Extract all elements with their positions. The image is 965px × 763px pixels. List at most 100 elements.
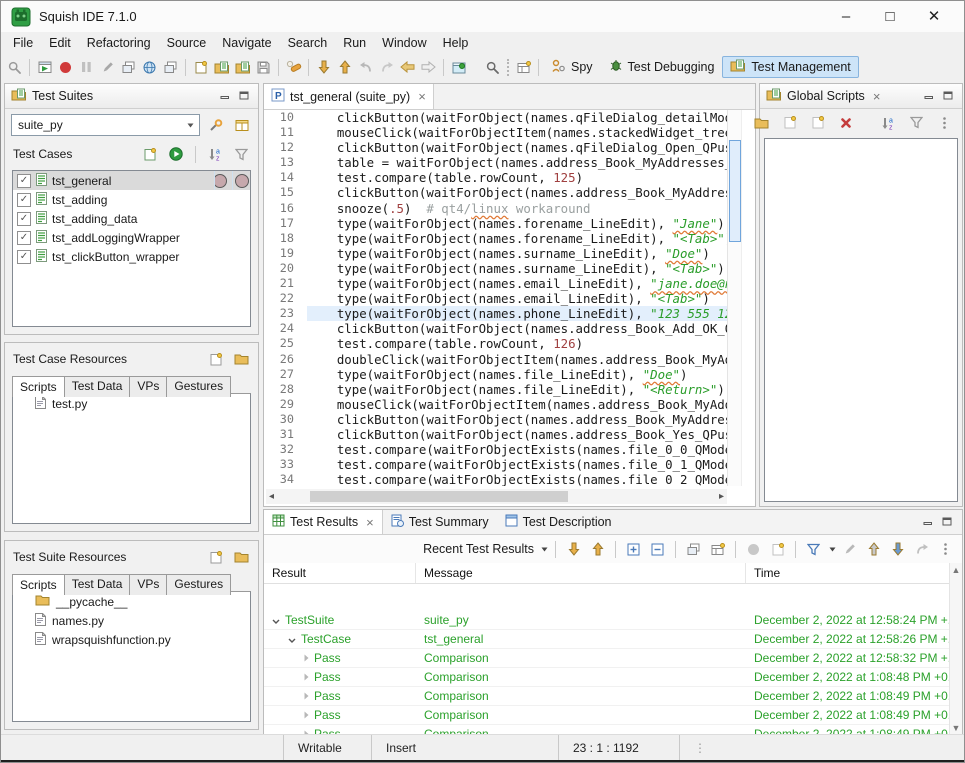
code-line[interactable]: 22 type(waitForObject(names.email_LineEd…: [264, 291, 728, 306]
suite-settings-icon[interactable]: [206, 114, 225, 136]
close-window-button[interactable]: ✕: [912, 1, 956, 32]
scroll-right-arrow[interactable]: ▸: [719, 491, 724, 502]
scrollbar-thumb[interactable]: [310, 491, 568, 502]
code-line[interactable]: 10 clickButton(waitForObject(names.qFile…: [264, 110, 728, 125]
code-line[interactable]: 31 clickButton(waitForObject(names.addre…: [264, 427, 728, 442]
result-row[interactable]: PassComparisonDecember 2, 2022 at 1:08:4…: [264, 706, 949, 725]
chevron-collapsed-icon[interactable]: [304, 689, 309, 703]
maximize-window-button[interactable]: □: [868, 1, 912, 32]
tcr-tab-scripts[interactable]: Scripts: [12, 376, 65, 397]
close-tab-icon[interactable]: ×: [418, 89, 426, 104]
recent-test-results-dropdown[interactable]: Recent Test Results: [423, 542, 534, 556]
filter-icon[interactable]: [804, 538, 823, 560]
export-results-icon[interactable]: [888, 538, 907, 560]
menu-file[interactable]: File: [5, 34, 41, 52]
minimize-view-icon[interactable]: [924, 89, 934, 103]
code-line[interactable]: 13 table = waitForObject(names.address_B…: [264, 155, 728, 170]
chevron-collapsed-icon[interactable]: [304, 670, 309, 684]
test-debugging-perspective-button[interactable]: Test Debugging: [601, 56, 723, 78]
checkbox-icon[interactable]: ✓: [17, 174, 31, 188]
checkbox-icon[interactable]: ✓: [17, 212, 31, 226]
spy-perspective-button[interactable]: Spy: [543, 56, 601, 79]
previous-failure-icon[interactable]: [588, 538, 607, 560]
code-line[interactable]: 27 type(waitForObject(names.file_LineEdi…: [264, 367, 728, 382]
chevron-collapsed-icon[interactable]: [304, 708, 309, 722]
add-global-directory-icon[interactable]: [752, 112, 771, 134]
open-folder-icon[interactable]: [232, 348, 251, 370]
menu-navigate[interactable]: Navigate: [214, 34, 279, 52]
test-case-row[interactable]: ✓tst_adding_data: [13, 209, 250, 228]
previous-annotation-icon[interactable]: [335, 56, 354, 78]
scroll-left-arrow[interactable]: ◂: [269, 491, 274, 502]
tcr-tab-test-data[interactable]: Test Data: [64, 376, 131, 397]
browser-icon[interactable]: [140, 56, 159, 78]
suite-config-table-icon[interactable]: [232, 114, 251, 136]
pin-editor-icon[interactable]: [449, 56, 468, 78]
filter-icon[interactable]: [232, 143, 251, 165]
chevron-collapsed-icon[interactable]: [304, 651, 309, 665]
new-test-case-icon[interactable]: [212, 56, 231, 78]
result-row[interactable]: TestSuitesuite_pyDecember 2, 2022 at 12:…: [264, 611, 949, 630]
new-resource-icon[interactable]: [206, 546, 225, 568]
column-header-time[interactable]: Time: [746, 563, 962, 583]
checkbox-icon[interactable]: ✓: [17, 231, 31, 245]
tcr-tab-gestures[interactable]: Gestures: [166, 376, 231, 397]
menu-edit[interactable]: Edit: [41, 34, 79, 52]
menu-search[interactable]: Search: [280, 34, 336, 52]
chevron-expanded-icon[interactable]: [288, 632, 296, 646]
open-folder-icon[interactable]: [232, 546, 251, 568]
tsr-tab-scripts[interactable]: Scripts: [12, 574, 65, 595]
filter-icon[interactable]: [907, 112, 926, 134]
sort-az-icon[interactable]: az: [879, 112, 898, 134]
windows-icon[interactable]: [161, 56, 180, 78]
tsr-tab-gestures[interactable]: Gestures: [166, 574, 231, 595]
tab-test-results[interactable]: Test Results ×: [264, 510, 383, 534]
test-case-row[interactable]: ✓tst_general: [13, 171, 250, 190]
code-line[interactable]: 29 mouseClick(waitForObjectItem(names.ad…: [264, 397, 728, 412]
menu-window[interactable]: Window: [374, 34, 434, 52]
minimize-view-icon[interactable]: [220, 89, 230, 103]
new-resource-icon[interactable]: [206, 348, 225, 370]
test-case-row[interactable]: ✓tst_clickButton_wrapper: [13, 247, 250, 266]
open-perspective-icon[interactable]: [514, 56, 533, 78]
tsr-tab-test-data[interactable]: Test Data: [64, 574, 131, 595]
maximize-view-icon[interactable]: [239, 89, 249, 103]
search-icon[interactable]: [483, 56, 502, 78]
menu-help[interactable]: Help: [435, 34, 477, 52]
result-row[interactable]: PassComparisonDecember 2, 2022 at 1:08:4…: [264, 687, 949, 706]
result-row[interactable]: PassComparisonDecember 2, 2022 at 1:08:4…: [264, 668, 949, 687]
code-line[interactable]: 24 clickButton(waitForObject(names.addre…: [264, 321, 728, 336]
scrollbar-thumb[interactable]: [729, 140, 741, 242]
results-header-row[interactable]: ResultMessageTime: [264, 563, 962, 584]
object-not-picked-icon[interactable]: [5, 56, 24, 78]
back-history-icon[interactable]: [398, 56, 417, 78]
maximize-view-icon[interactable]: [943, 89, 953, 103]
suite-selector[interactable]: suite_py: [11, 114, 200, 136]
column-header-result[interactable]: Result: [264, 563, 416, 583]
close-tab-icon[interactable]: ×: [366, 515, 374, 530]
menu-source[interactable]: Source: [159, 34, 215, 52]
run-test-suite-button[interactable]: [166, 143, 185, 165]
global-scripts-title[interactable]: Global Scripts: [787, 89, 865, 103]
chevron-expanded-icon[interactable]: [272, 613, 280, 627]
test-management-perspective-button[interactable]: Test Management: [722, 56, 858, 78]
menu-refactoring[interactable]: Refactoring: [79, 34, 159, 52]
import-test-resource-icon[interactable]: [233, 56, 252, 78]
code-line[interactable]: 28 type(waitForObject(names.file_LineEdi…: [264, 382, 728, 397]
record-icon[interactable]: [56, 56, 75, 78]
editor-horizontal-scrollbar[interactable]: ◂ ▸: [266, 489, 727, 504]
editor-tab[interactable]: P tst_general (suite_py) ×: [264, 84, 434, 109]
code-line[interactable]: 21 type(waitForObject(names.email_LineEd…: [264, 276, 728, 291]
view-menu-icon[interactable]: [936, 538, 955, 560]
checkbox-icon[interactable]: ✓: [17, 193, 31, 207]
code-line[interactable]: 17 type(waitForObject(names.forename_Lin…: [264, 216, 728, 231]
code-line[interactable]: 25 test.compare(table.rowCount, 126): [264, 336, 728, 351]
code-line[interactable]: 23 type(waitForObject(names.phone_LineEd…: [264, 306, 728, 321]
next-annotation-icon[interactable]: [314, 56, 333, 78]
code-line[interactable]: 19 type(waitForObject(names.surname_Line…: [264, 246, 728, 261]
menu-run[interactable]: Run: [335, 34, 374, 52]
collapse-all-icon[interactable]: [648, 538, 667, 560]
editor-vertical-scrollbar[interactable]: [727, 110, 742, 486]
results-scrollbar[interactable]: ▲▼: [949, 563, 962, 735]
new-test-suite-button[interactable]: [191, 56, 210, 78]
